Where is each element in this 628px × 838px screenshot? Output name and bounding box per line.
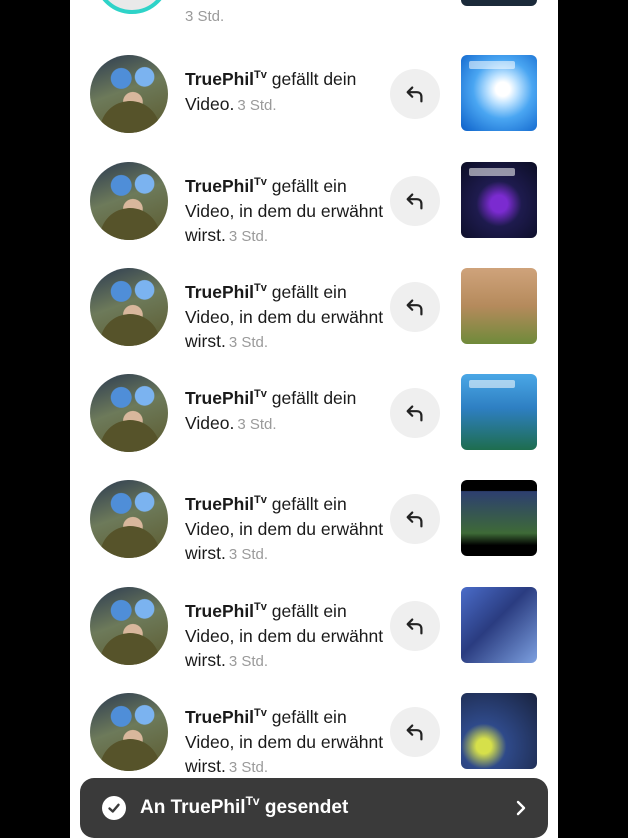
notification-item[interactable]: TruePhilTv gefällt dein Video. 3 Std. <box>70 374 558 480</box>
video-thumbnail[interactable] <box>461 55 537 131</box>
notification-time: 3 Std. <box>228 228 269 245</box>
notification-time: 3 Std. <box>228 653 269 670</box>
video-thumbnail[interactable] <box>461 587 537 663</box>
reply-button[interactable] <box>390 176 440 226</box>
notification-time: 3 Std. <box>228 334 269 351</box>
username[interactable]: TruePhil <box>185 707 254 727</box>
reply-button[interactable] <box>390 69 440 119</box>
username-superscript: Tv <box>254 176 267 188</box>
avatar[interactable] <box>90 374 168 452</box>
notification-item[interactable]: TruePhilTv gefällt ein Video, in dem du … <box>70 480 558 586</box>
avatar[interactable] <box>90 162 168 240</box>
video-thumbnail[interactable] <box>461 693 537 769</box>
toast-username: TruePhil <box>170 797 246 818</box>
avatar[interactable] <box>90 55 168 133</box>
username-superscript: Tv <box>254 388 267 400</box>
avatar[interactable] <box>94 0 170 14</box>
notification-item[interactable]: TruePhilTv gefällt ein Video, in dem du … <box>70 587 558 693</box>
notification-item[interactable]: TruePhilTv gefällt ein Video, in dem du … <box>70 268 558 374</box>
notification-time: 3 Std. <box>237 415 277 433</box>
toast-suffix: gesendet <box>259 797 349 818</box>
reply-arrow-icon <box>406 724 423 741</box>
notification-item[interactable]: TruePhilTv gefällt dein Video. 3 Std. <box>70 55 558 161</box>
reply-arrow-icon <box>406 405 423 422</box>
username[interactable]: TruePhil <box>185 388 254 408</box>
notification-time: 3 Std. <box>228 546 269 563</box>
notification-time: 3 Std. <box>237 96 277 114</box>
notification-text: TruePhilTv gefällt ein Video, in dem du … <box>185 280 385 356</box>
avatar[interactable] <box>90 587 168 665</box>
avatar[interactable] <box>90 268 168 346</box>
username[interactable]: TruePhil <box>185 69 254 89</box>
reply-arrow-icon <box>406 511 423 528</box>
toast-message: An TruePhilTv gesendet <box>140 794 349 819</box>
reply-arrow-icon <box>406 193 423 210</box>
notification-item-partial[interactable]: 3 Std. <box>70 0 558 30</box>
reply-button[interactable] <box>390 388 440 438</box>
video-thumbnail[interactable] <box>461 480 537 556</box>
username-superscript: Tv <box>254 494 267 506</box>
username-superscript: Tv <box>254 69 267 81</box>
toast-username-superscript: Tv <box>245 794 260 808</box>
username-superscript: Tv <box>254 282 267 294</box>
video-thumbnail[interactable] <box>461 162 537 238</box>
reply-button[interactable] <box>390 707 440 757</box>
username-superscript: Tv <box>254 707 267 719</box>
username[interactable]: TruePhil <box>185 176 254 196</box>
notification-text: TruePhilTv gefällt ein Video, in dem du … <box>185 599 385 675</box>
notification-time: 3 Std. <box>228 759 269 776</box>
username[interactable]: TruePhil <box>185 494 254 514</box>
video-thumbnail[interactable] <box>461 374 537 450</box>
username-superscript: Tv <box>254 601 267 613</box>
notification-time: 3 Std. <box>185 8 225 25</box>
sent-toast[interactable]: An TruePhilTv gesendet <box>80 778 548 838</box>
chevron-right-icon[interactable] <box>514 799 528 817</box>
username[interactable]: TruePhil <box>185 282 254 302</box>
notification-text: TruePhilTv gefällt dein Video. 3 Std. <box>185 386 385 437</box>
reply-arrow-icon <box>406 618 423 635</box>
username[interactable]: TruePhil <box>185 601 254 621</box>
reply-button[interactable] <box>390 282 440 332</box>
check-circle-icon <box>102 796 126 820</box>
video-thumbnail[interactable] <box>461 268 537 344</box>
notification-text: TruePhilTv gefällt dein Video. 3 Std. <box>185 67 385 118</box>
reply-arrow-icon <box>406 86 423 103</box>
reply-arrow-icon <box>406 299 423 316</box>
reply-button[interactable] <box>390 494 440 544</box>
notification-text: TruePhilTv gefällt ein Video, in dem du … <box>185 492 385 568</box>
notification-text: TruePhilTv gefällt ein Video, in dem du … <box>185 705 385 781</box>
video-thumbnail[interactable] <box>461 0 537 6</box>
notifications-screen: 3 Std. TruePhilTv gefällt dein Video. 3 S… <box>70 0 558 838</box>
reply-button[interactable] <box>390 601 440 651</box>
avatar[interactable] <box>90 480 168 558</box>
notification-item[interactable]: TruePhilTv gefällt ein Video, in dem du … <box>70 162 558 268</box>
avatar[interactable] <box>90 693 168 771</box>
notification-text: TruePhilTv gefällt ein Video, in dem du … <box>185 174 385 250</box>
toast-prefix: An <box>140 797 171 818</box>
